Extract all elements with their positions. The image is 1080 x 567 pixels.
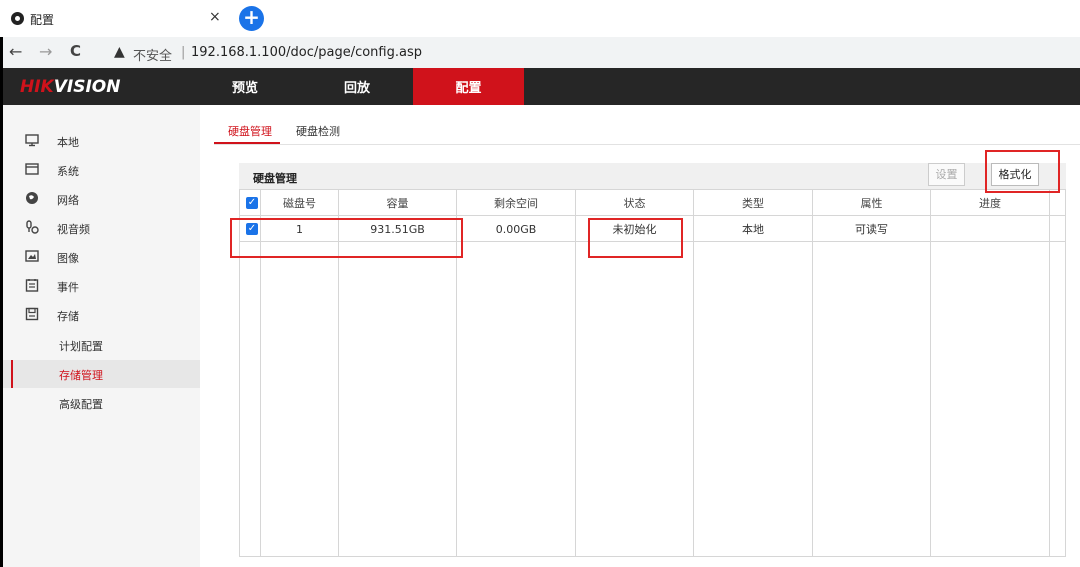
tab-hdd-management[interactable]: 硬盘管理 xyxy=(228,123,272,139)
set-button[interactable]: 设置 xyxy=(928,163,965,186)
security-label[interactable]: 不安全 xyxy=(133,45,172,64)
cell-type: 本地 xyxy=(742,223,764,236)
sidebar-subitem-storage-management[interactable]: 存储管理 xyxy=(3,360,200,388)
header-status[interactable]: 状态 xyxy=(576,190,693,216)
sidebar-item-system[interactable]: 系统 xyxy=(3,156,200,184)
nav-preview[interactable]: 预览 xyxy=(213,68,277,105)
sidebar-item-label: 图像 xyxy=(57,252,79,265)
header-capacity[interactable]: 容量 xyxy=(339,190,456,216)
url-text[interactable]: 192.168.1.100/doc/page/config.asp xyxy=(191,45,422,60)
monitor-icon xyxy=(25,133,39,147)
panel-header: 硬盘管理 设置 格式化 xyxy=(239,163,1066,189)
header-free-space[interactable]: 剩余空间 xyxy=(457,190,575,216)
cell-attribute: 可读写 xyxy=(855,223,888,236)
sidebar-subitem-schedule[interactable]: 计划配置 xyxy=(3,331,200,359)
address-divider: | xyxy=(181,45,186,60)
highlight-disk-capacity xyxy=(230,218,463,258)
sidebar-subitem-advanced[interactable]: 高级配置 xyxy=(3,389,200,417)
sidebar-item-label: 视音频 xyxy=(57,223,90,236)
sidebar-item-local[interactable]: 本地 xyxy=(3,127,200,155)
disk-icon xyxy=(25,307,39,321)
back-icon[interactable]: ← xyxy=(9,42,22,61)
browser-toolbar: ← → C ▲ 不安全 | 192.168.1.100/doc/page/con… xyxy=(0,37,1080,68)
sidebar: 本地 系统 网络 视音频 图像 事件 存储 计划配置 存储管理 高级配置 xyxy=(3,105,200,567)
reload-icon[interactable]: C xyxy=(70,42,81,60)
mic-camera-icon xyxy=(25,220,39,234)
highlight-status xyxy=(588,218,683,258)
sidebar-item-event[interactable]: 事件 xyxy=(3,272,200,300)
sidebar-subitem-label: 存储管理 xyxy=(59,369,103,382)
sidebar-subitem-label: 计划配置 xyxy=(59,340,103,353)
calendar-icon xyxy=(25,278,39,292)
header-attribute[interactable]: 属性 xyxy=(813,190,930,216)
sidebar-item-label: 事件 xyxy=(57,281,79,294)
sidebar-item-storage[interactable]: 存储 xyxy=(3,301,200,329)
sidebar-item-label: 本地 xyxy=(57,136,79,149)
warning-icon: ▲ xyxy=(114,44,125,60)
globe-icon xyxy=(25,191,39,205)
sidebar-item-network[interactable]: 网络 xyxy=(3,185,200,213)
browser-tab[interactable]: 配置 × xyxy=(0,0,221,37)
app-header: HIKVISION 预览 回放 配置 xyxy=(3,68,1080,105)
cell-progress xyxy=(931,216,1049,242)
hikvision-logo: HIKVISION xyxy=(20,77,121,97)
tab-close-icon[interactable]: × xyxy=(209,9,221,25)
sidebar-item-label: 存储 xyxy=(57,310,79,323)
highlight-format-button xyxy=(985,150,1060,193)
sidebar-item-av[interactable]: 视音频 xyxy=(3,214,200,242)
header-type[interactable]: 类型 xyxy=(694,190,812,216)
window-icon xyxy=(25,162,39,176)
sidebar-subitem-label: 高级配置 xyxy=(59,398,103,411)
sidebar-item-label: 网络 xyxy=(57,194,79,207)
cell-free-space: 0.00GB xyxy=(495,222,537,236)
panel-title: 硬盘管理 xyxy=(253,172,297,185)
nav-playback[interactable]: 回放 xyxy=(315,68,399,105)
header-disk-no[interactable]: 磁盘号 xyxy=(261,190,338,216)
tab-divider xyxy=(214,144,1080,145)
nav-config[interactable]: 配置 xyxy=(413,68,524,105)
table-header: ✓ 磁盘号 容量 剩余空间 状态 类型 属性 进度 xyxy=(240,190,1065,216)
image-icon xyxy=(25,249,39,263)
header-progress[interactable]: 进度 xyxy=(931,190,1049,216)
sidebar-item-image[interactable]: 图像 xyxy=(3,243,200,271)
new-tab-button[interactable]: + xyxy=(239,6,264,31)
tab-title: 配置 xyxy=(30,13,55,27)
forward-icon[interactable]: → xyxy=(39,42,52,61)
select-all-checkbox[interactable]: ✓ xyxy=(246,197,258,209)
tab-hdd-detection[interactable]: 硬盘检测 xyxy=(296,123,340,139)
tab-favicon-icon xyxy=(11,12,24,25)
address-bar[interactable]: ▲ 不安全 | 192.168.1.100/doc/page/config.as… xyxy=(108,40,1080,65)
browser-tabstrip: 配置 × + xyxy=(0,0,1080,37)
sidebar-item-label: 系统 xyxy=(57,165,79,178)
